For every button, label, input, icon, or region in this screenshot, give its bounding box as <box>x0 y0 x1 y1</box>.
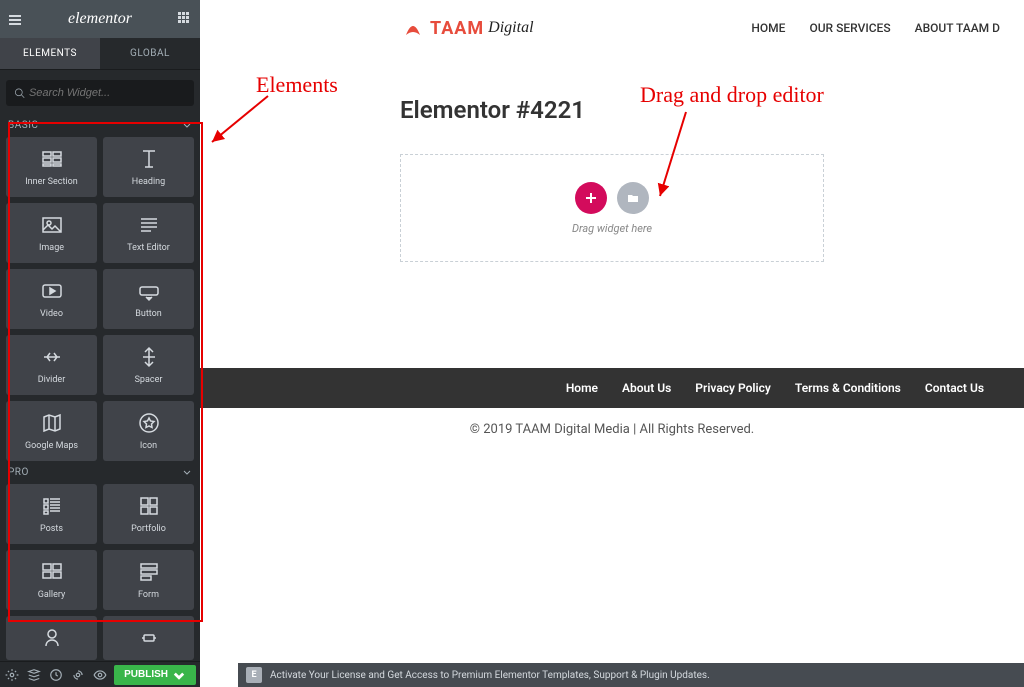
nav-services[interactable]: OUR SERVICES <box>809 21 890 35</box>
widget-label: Divider <box>38 375 66 385</box>
logo-text-2: Digital <box>488 19 533 37</box>
history-icon[interactable] <box>48 665 64 685</box>
site-footer-nav: Home About Us Privacy Policy Terms & Con… <box>200 368 1024 408</box>
footer-contact[interactable]: Contact Us <box>925 381 984 395</box>
elementor-badge-icon: E <box>246 667 262 683</box>
logo-text-1: TAAM <box>430 18 484 39</box>
widget-google-maps[interactable]: Google Maps <box>6 401 97 461</box>
site-nav: HOME OUR SERVICES ABOUT TAAM D <box>751 21 1000 35</box>
chevron-down-icon <box>182 468 192 478</box>
menu-icon[interactable] <box>8 12 22 26</box>
search-widget-input[interactable] <box>6 80 194 106</box>
widget-label: Portfolio <box>131 524 166 534</box>
chevron-down-icon <box>182 121 192 131</box>
panel-footer: PUBLISH <box>0 661 200 687</box>
elementor-panel: elementor ELEMENTS GLOBAL BASIC Inner Se… <box>0 0 200 687</box>
search-field[interactable] <box>29 87 186 99</box>
widget-divider[interactable]: Divider <box>6 335 97 395</box>
widget-label: Video <box>40 309 63 319</box>
footer-about[interactable]: About Us <box>622 381 671 395</box>
widget-video[interactable]: Video <box>6 269 97 329</box>
widget-spacer[interactable]: Spacer <box>103 335 194 395</box>
section-basic-label: BASIC <box>8 120 38 131</box>
widget-label: Heading <box>132 177 165 187</box>
widget-image[interactable]: Image <box>6 203 97 263</box>
widget-label: Posts <box>40 524 63 534</box>
widget-icon[interactable]: Icon <box>103 401 194 461</box>
add-section-button[interactable] <box>575 182 607 214</box>
widget-label: Icon <box>140 441 157 451</box>
site-logo[interactable]: TAAM Digital <box>400 15 534 41</box>
widget-heading[interactable]: Heading <box>103 137 194 197</box>
widget-label: Text Editor <box>127 243 170 253</box>
widget-label: Gallery <box>38 590 66 600</box>
navigator-icon[interactable] <box>26 665 42 685</box>
preview-icon[interactable] <box>92 665 108 685</box>
license-bar-text: Activate Your License and Get Access to … <box>270 670 710 681</box>
section-pro[interactable]: PRO <box>0 461 200 484</box>
publish-button[interactable]: PUBLISH <box>114 665 196 685</box>
tab-elements[interactable]: ELEMENTS <box>0 38 100 69</box>
widget-label: Spacer <box>135 375 163 385</box>
section-basic[interactable]: BASIC <box>0 114 200 137</box>
copyright: © 2019 TAAM Digital Media | All Rights R… <box>200 408 1024 451</box>
footer-home[interactable]: Home <box>566 381 598 395</box>
drop-zone[interactable]: Drag widget here <box>400 154 824 262</box>
page-title: Elementor #4221 <box>400 96 824 124</box>
widget-label: Image <box>39 243 64 253</box>
panel-header: elementor <box>0 0 200 38</box>
widget-extra-2[interactable] <box>103 616 194 660</box>
site-header: TAAM Digital HOME OUR SERVICES ABOUT TAA… <box>200 0 1024 56</box>
preview-canvas: TAAM Digital HOME OUR SERVICES ABOUT TAA… <box>200 0 1024 687</box>
footer-terms[interactable]: Terms & Conditions <box>795 381 901 395</box>
license-bar[interactable]: E Activate Your License and Get Access t… <box>238 663 1024 687</box>
logo-mark-icon <box>400 15 426 41</box>
widget-form[interactable]: Form <box>103 550 194 610</box>
widget-label: Form <box>138 590 159 600</box>
template-button[interactable] <box>617 182 649 214</box>
panel-tabs: ELEMENTS GLOBAL <box>0 38 200 70</box>
section-pro-label: PRO <box>8 467 29 478</box>
widget-portfolio[interactable]: Portfolio <box>103 484 194 544</box>
widget-button[interactable]: Button <box>103 269 194 329</box>
widget-label: Button <box>135 309 161 319</box>
widget-posts[interactable]: Posts <box>6 484 97 544</box>
widget-label: Inner Section <box>25 177 78 187</box>
apps-icon[interactable] <box>178 12 192 26</box>
widget-inner-section[interactable]: Inner Section <box>6 137 97 197</box>
widget-text-editor[interactable]: Text Editor <box>103 203 194 263</box>
nav-home[interactable]: HOME <box>751 21 785 35</box>
nav-about[interactable]: ABOUT TAAM D <box>915 21 1000 35</box>
settings-icon[interactable] <box>4 665 20 685</box>
widget-label: Google Maps <box>25 441 78 451</box>
widget-extra-1[interactable] <box>6 616 97 660</box>
drop-hint: Drag widget here <box>572 222 652 235</box>
elementor-logo: elementor <box>68 10 132 28</box>
tab-global[interactable]: GLOBAL <box>100 38 200 69</box>
plus-icon <box>584 191 598 205</box>
footer-privacy[interactable]: Privacy Policy <box>695 381 771 395</box>
folder-icon <box>626 191 640 205</box>
publish-button-label: PUBLISH <box>124 669 168 680</box>
responsive-icon[interactable] <box>70 665 86 685</box>
widget-gallery[interactable]: Gallery <box>6 550 97 610</box>
